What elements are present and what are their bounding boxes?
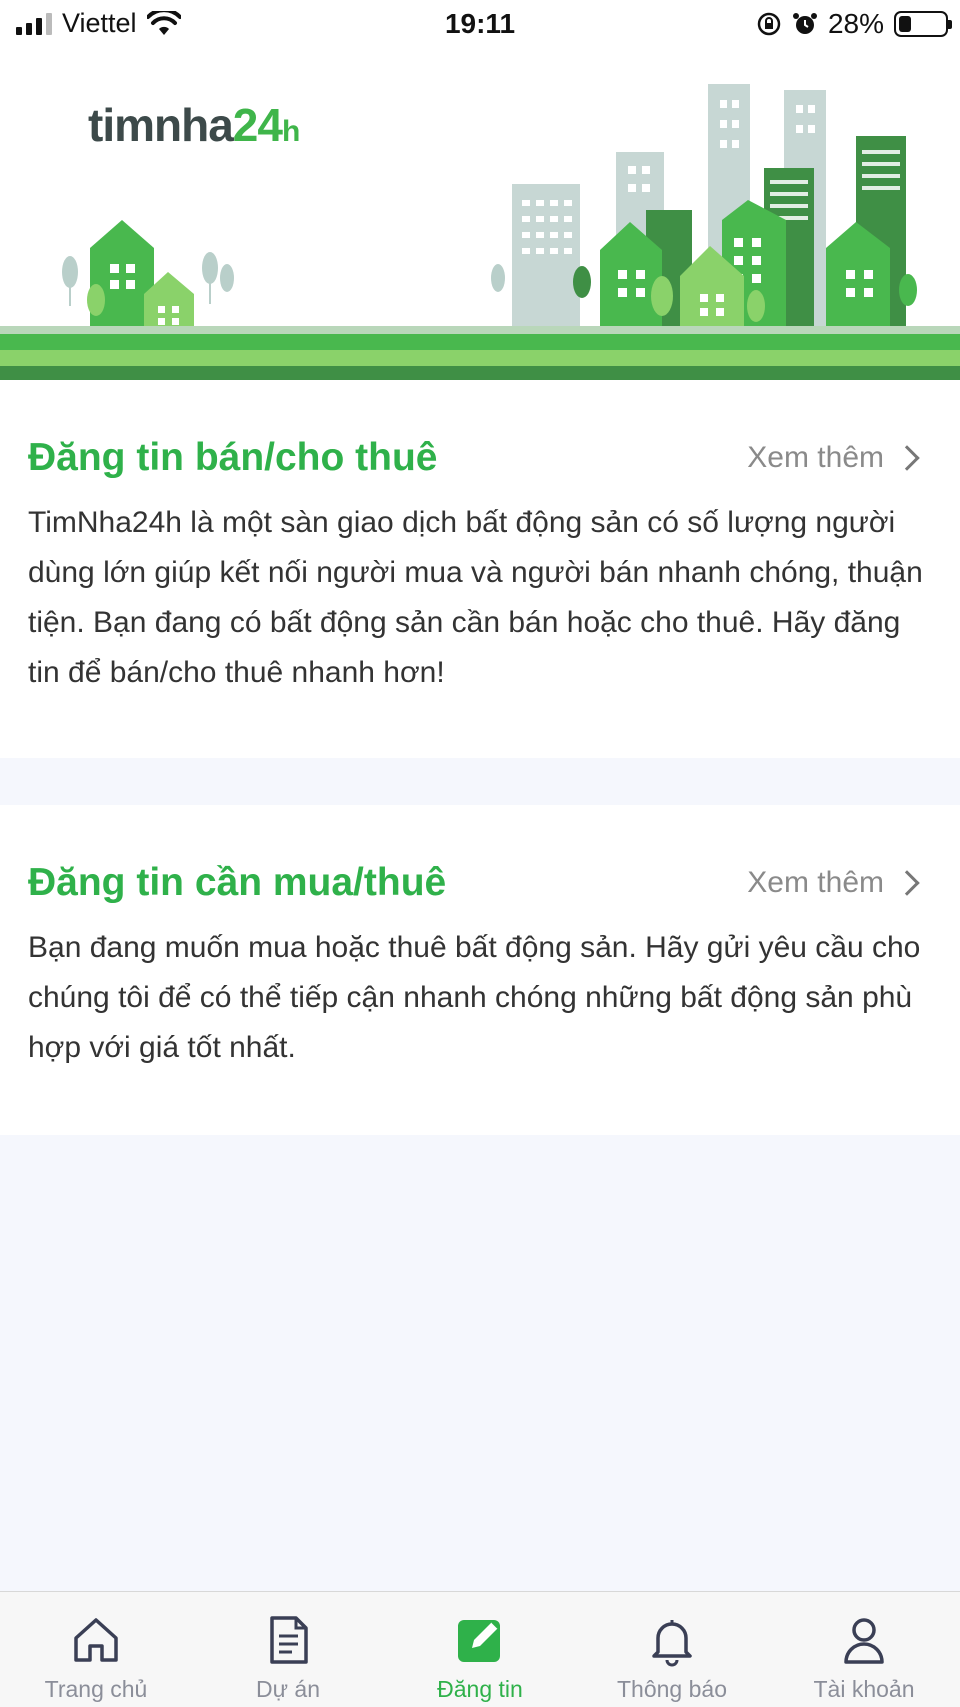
nav-label: Đăng tin [437, 1676, 523, 1702]
bottom-nav: Trang chủ Dự án Đăng tin Thông báo Tài k… [0, 1591, 960, 1707]
battery-percent: 28% [827, 8, 884, 39]
nav-label: Dự án [256, 1676, 320, 1702]
battery-icon [894, 11, 952, 37]
section-title: Đăng tin bán/cho thuê [28, 436, 438, 479]
nav-item-post[interactable]: Đăng tin [384, 1592, 576, 1707]
see-more-label: Xem thêm [747, 441, 884, 474]
status-bar: Viettel 19:11 28% [0, 0, 960, 50]
nav-label: Tài khoản [813, 1676, 915, 1702]
user-icon [834, 1610, 894, 1670]
document-icon [258, 1610, 318, 1670]
edit-icon [450, 1610, 510, 1670]
nav-item-projects[interactable]: Dự án [192, 1592, 384, 1707]
see-more-link[interactable]: Xem thêm [747, 866, 932, 900]
section-buy-rent-request: Đăng tin cần mua/thuê Xem thêm Bạn đang … [0, 805, 960, 1135]
section-sell-rent: Đăng tin bán/cho thuê Xem thêm TimNha24h… [0, 380, 960, 758]
app-logo: timnha24h [88, 99, 300, 151]
home-icon [66, 1610, 126, 1670]
chevron-right-icon [894, 445, 920, 471]
alarm-icon [792, 13, 817, 34]
nav-label: Thông báo [617, 1676, 727, 1702]
status-right: 28% [756, 8, 952, 40]
see-more-label: Xem thêm [747, 866, 884, 899]
section-title: Đăng tin cần mua/thuê [28, 861, 447, 904]
section-description: TimNha24h là một sàn giao dịch bất động … [28, 506, 923, 689]
see-more-link[interactable]: Xem thêm [747, 441, 932, 475]
section-header: Đăng tin bán/cho thuê Xem thêm [28, 428, 932, 488]
header-banner: timnha24h [0, 50, 960, 380]
nav-label: Trang chủ [44, 1676, 148, 1702]
section-header: Đăng tin cần mua/thuê Xem thêm [28, 853, 932, 913]
chevron-right-icon [894, 870, 920, 896]
rotation-lock-icon [757, 12, 781, 36]
nav-item-account[interactable]: Tài khoản [768, 1592, 960, 1707]
section-description: Bạn đang muốn mua hoặc thuê bất động sản… [28, 931, 921, 1064]
nav-item-notifications[interactable]: Thông báo [576, 1592, 768, 1707]
nav-item-home[interactable]: Trang chủ [0, 1592, 192, 1707]
bell-icon [642, 1610, 702, 1670]
